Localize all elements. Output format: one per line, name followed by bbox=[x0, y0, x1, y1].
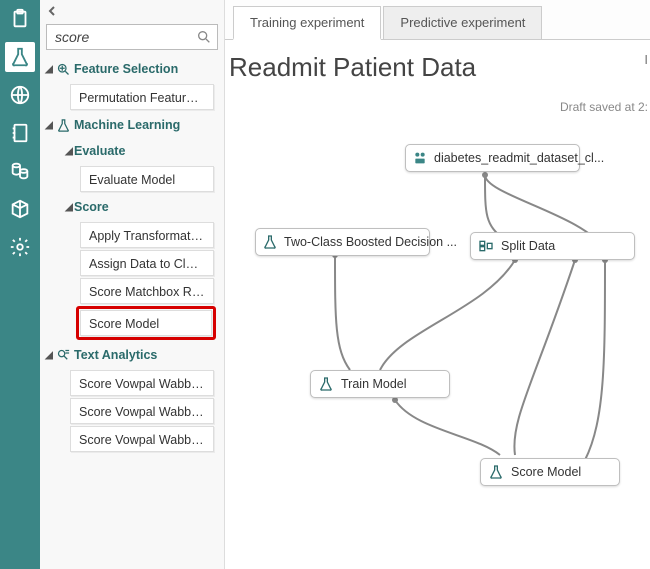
category-label: Text Analytics bbox=[74, 348, 157, 362]
category-machine-learning[interactable]: ◢ Machine Learning bbox=[40, 112, 220, 138]
search-icon[interactable] bbox=[196, 29, 212, 45]
category-feature-selection[interactable]: ◢ Feature Selection bbox=[40, 56, 220, 82]
experiment-tabs: Training experiment Predictive experimen… bbox=[225, 0, 650, 40]
experiment-canvas[interactable]: diabetes_readmit_dataset_cl... Two-Class… bbox=[225, 120, 650, 569]
node-label: diabetes_readmit_dataset_cl... bbox=[434, 151, 604, 165]
module-score-vowpal-wabbit-1[interactable]: Score Vowpal Wabbit Versio.. bbox=[70, 370, 214, 396]
experiment-canvas-area: Training experiment Predictive experimen… bbox=[225, 0, 650, 569]
canvas-edges bbox=[225, 120, 650, 569]
cube-icon[interactable] bbox=[5, 194, 35, 224]
node-label: Train Model bbox=[341, 377, 407, 391]
category-score[interactable]: ◢ Score bbox=[40, 194, 220, 220]
category-label: Score bbox=[74, 200, 109, 214]
module-permutation-feature-importance[interactable]: Permutation Feature Importa.. bbox=[70, 84, 214, 110]
flask-icon[interactable] bbox=[5, 42, 35, 72]
dataset-icon bbox=[412, 149, 428, 167]
highlight-score-model: Score Model bbox=[76, 306, 216, 340]
node-label: Score Model bbox=[511, 465, 581, 479]
module-apply-transformation[interactable]: Apply Transformation bbox=[80, 222, 214, 248]
flask-icon bbox=[54, 118, 72, 133]
module-tree-panel: ◢ Feature Selection Permutation Feature … bbox=[40, 0, 225, 569]
category-evaluate[interactable]: ◢ Evaluate bbox=[40, 138, 220, 164]
tab-training-experiment[interactable]: Training experiment bbox=[233, 6, 381, 40]
globe-icon[interactable] bbox=[5, 80, 35, 110]
search-input[interactable] bbox=[46, 24, 218, 50]
category-text-analytics[interactable]: ◢ Text Analytics bbox=[40, 342, 220, 368]
module-assign-data-to-clusters[interactable]: Assign Data to Clusters bbox=[80, 250, 214, 276]
split-icon bbox=[477, 237, 495, 255]
node-train-model[interactable]: Train Model bbox=[310, 370, 450, 398]
category-label: Machine Learning bbox=[74, 118, 180, 132]
database-icon[interactable] bbox=[5, 156, 35, 186]
filter-icon bbox=[54, 62, 72, 77]
node-two-class-boosted[interactable]: Two-Class Boosted Decision ... bbox=[255, 228, 430, 256]
page-title: Readmit Patient Data bbox=[225, 40, 650, 89]
right-indicator: I bbox=[644, 52, 648, 67]
clipboard-icon[interactable] bbox=[5, 4, 35, 34]
collapse-panel-button[interactable] bbox=[40, 0, 224, 22]
node-score-model[interactable]: Score Model bbox=[480, 458, 620, 486]
category-label: Evaluate bbox=[74, 144, 125, 158]
flask-icon bbox=[262, 233, 278, 251]
notebook-icon[interactable] bbox=[5, 118, 35, 148]
node-label: Split Data bbox=[501, 239, 555, 253]
node-split-data[interactable]: Split Data bbox=[470, 232, 635, 260]
draft-saved-text: Draft saved at 2: bbox=[560, 100, 648, 114]
module-evaluate-model[interactable]: Evaluate Model bbox=[80, 166, 214, 192]
text-analytics-icon bbox=[54, 348, 72, 363]
category-label: Feature Selection bbox=[74, 62, 178, 76]
gear-icon[interactable] bbox=[5, 232, 35, 262]
flask-icon bbox=[317, 375, 335, 393]
module-score-matchbox-recommender[interactable]: Score Matchbox Recomm.. bbox=[80, 278, 214, 304]
tab-predictive-experiment[interactable]: Predictive experiment bbox=[383, 6, 542, 39]
flask-icon bbox=[487, 463, 505, 481]
node-dataset[interactable]: diabetes_readmit_dataset_cl... bbox=[405, 144, 580, 172]
module-score-model[interactable]: Score Model bbox=[80, 310, 212, 336]
module-score-vowpal-wabbit-3[interactable]: Score Vowpal Wabbit Versio.. bbox=[70, 426, 214, 452]
module-score-vowpal-wabbit-2[interactable]: Score Vowpal Wabbit Versio.. bbox=[70, 398, 214, 424]
node-label: Two-Class Boosted Decision ... bbox=[284, 235, 457, 249]
left-toolbar bbox=[0, 0, 40, 569]
module-tree: ◢ Feature Selection Permutation Feature … bbox=[40, 56, 224, 569]
